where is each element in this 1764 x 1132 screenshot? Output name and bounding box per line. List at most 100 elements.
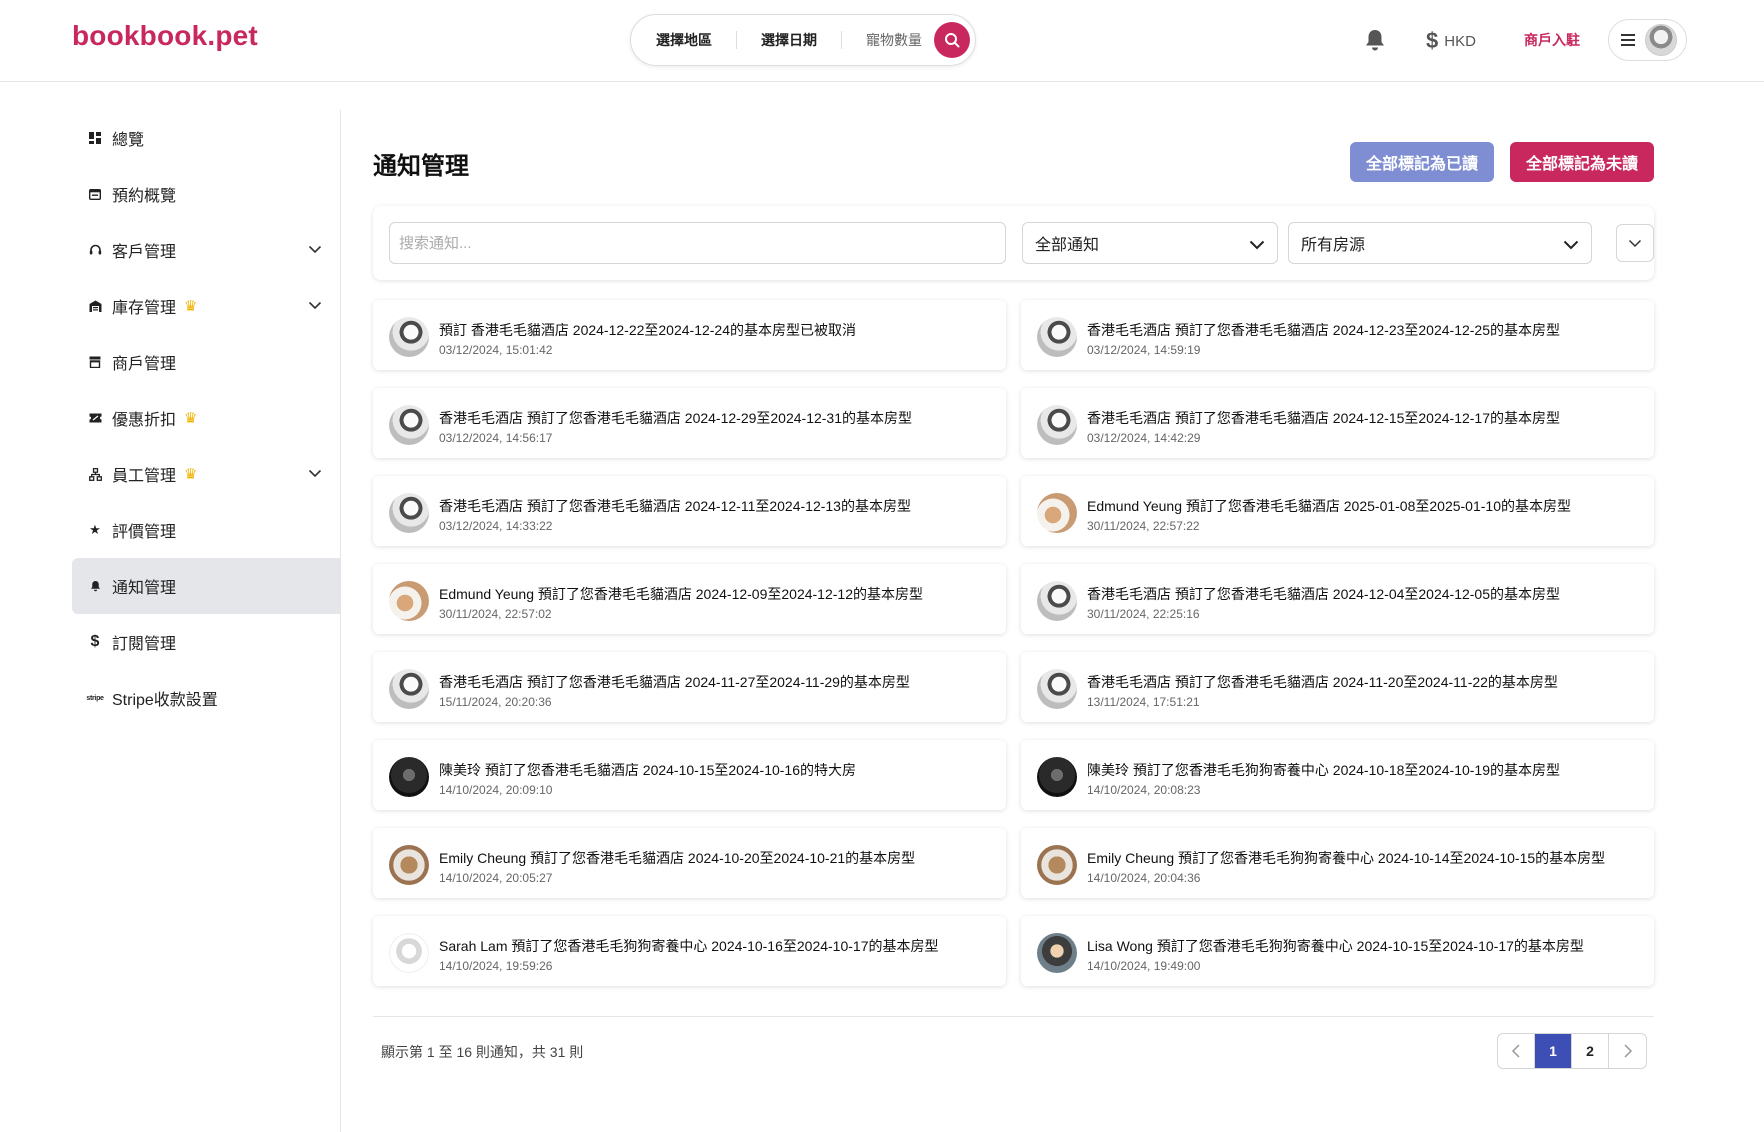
notification-title: 香港毛毛酒店 預訂了您香港毛毛貓酒店 2024-12-15至2024-12-17… (1087, 410, 1561, 426)
store-icon (88, 355, 102, 369)
notification-title: 陳美玲 預訂了您香港毛毛貓酒店 2024-10-15至2024-10-16的特大… (439, 762, 857, 778)
sender-avatar (1037, 581, 1077, 621)
sidebar-item-label: 總覽 (112, 132, 145, 149)
notification-search-input[interactable] (389, 222, 1006, 264)
ticket-icon (88, 411, 102, 425)
page-2-button[interactable]: 2 (1572, 1034, 1609, 1068)
chevron-down-icon (1249, 240, 1265, 250)
notification-timestamp: 14/10/2024, 19:59:26 (439, 959, 553, 973)
notification-timestamp: 03/12/2024, 14:42:29 (1087, 431, 1201, 445)
footer-divider (373, 1016, 1654, 1017)
sidebar-item-label: 商戶管理 (112, 356, 177, 373)
notification-card[interactable]: 香港毛毛酒店 預訂了您香港毛毛貓酒店 2024-12-15至2024-12-17… (1021, 388, 1654, 458)
pet-count-selector[interactable]: 寵物數量 (842, 31, 934, 49)
notification-type-select[interactable]: 全部通知 (1022, 222, 1278, 264)
chevron-down-icon[interactable] (308, 466, 322, 480)
notification-timestamp: 14/10/2024, 20:04:36 (1087, 871, 1201, 885)
notification-card[interactable]: 陳美玲 預訂了您香港毛毛貓酒店 2024-10-15至2024-10-16的特大… (373, 740, 1006, 810)
chevron-down-icon[interactable] (308, 242, 322, 256)
notification-timestamp: 30/11/2024, 22:25:16 (1087, 607, 1200, 621)
sidebar-divider (340, 110, 341, 1132)
sidebar-item-label: 訂閱管理 (112, 636, 177, 653)
region-selector[interactable]: 選擇地區 (631, 31, 737, 49)
crown-icon: ♛ (184, 298, 198, 315)
next-page-button[interactable] (1609, 1034, 1646, 1068)
notification-timestamp: 03/12/2024, 14:56:17 (439, 431, 553, 445)
notification-title: 香港毛毛酒店 預訂了您香港毛毛貓酒店 2024-12-29至2024-12-31… (439, 410, 913, 426)
mark-all-unread-button[interactable]: 全部標記為未讀 (1510, 142, 1654, 182)
pagination: 1 2 (1497, 1033, 1647, 1069)
notification-card[interactable]: 陳美玲 預訂了您香港毛毛狗狗寄養中心 2024-10-18至2024-10-19… (1021, 740, 1654, 810)
stripe-icon: stripe (86, 694, 104, 702)
sidebar-item-customers[interactable]: 客戶管理 (72, 222, 340, 278)
user-menu-button[interactable] (1608, 19, 1687, 61)
hamburger-icon (1621, 34, 1635, 46)
notification-timestamp: 14/10/2024, 20:08:23 (1087, 783, 1201, 797)
sender-avatar (389, 757, 429, 797)
notification-title: Edmund Yeung 預訂了您香港毛毛貓酒店 2025-01-08至2025… (1087, 498, 1571, 514)
sender-avatar (389, 845, 429, 885)
notification-card[interactable]: 香港毛毛酒店 預訂了您香港毛毛貓酒店 2024-12-23至2024-12-25… (1021, 300, 1654, 370)
notification-card[interactable]: Edmund Yeung 預訂了您香港毛毛貓酒店 2025-01-08至2025… (1021, 476, 1654, 546)
crown-icon: ♛ (184, 410, 198, 427)
sidebar-item-reviews[interactable]: ★ 評價管理 (72, 502, 340, 558)
sidebar-item-discounts[interactable]: 優惠折扣 ♛ (72, 390, 340, 446)
sidebar-item-inventory[interactable]: 庫存管理 ♛ (72, 278, 340, 334)
property-value: 所有房源 (1301, 237, 1366, 254)
sidebar-item-label: 預約概覽 (112, 188, 177, 205)
notification-card[interactable]: 香港毛毛酒店 預訂了您香港毛毛貓酒店 2024-12-04至2024-12-05… (1021, 564, 1654, 634)
sender-avatar (389, 933, 429, 973)
date-selector[interactable]: 選擇日期 (737, 31, 842, 49)
dashboard-icon (88, 131, 102, 145)
sidebar-item-label: 員工管理 (112, 468, 177, 485)
search-bar[interactable]: 選擇地區 選擇日期 寵物數量 (630, 14, 976, 66)
prev-page-button[interactable] (1498, 1034, 1535, 1068)
property-select[interactable]: 所有房源 (1288, 222, 1592, 264)
notification-card[interactable]: 香港毛毛酒店 預訂了您香港毛毛貓酒店 2024-11-27至2024-11-29… (373, 652, 1006, 722)
notification-card[interactable]: 預訂 香港毛毛貓酒店 2024-12-22至2024-12-24的基本房型已被取… (373, 300, 1006, 370)
notification-timestamp: 03/12/2024, 15:01:42 (439, 343, 553, 357)
notification-title: 香港毛毛酒店 預訂了您香港毛毛貓酒店 2024-11-27至2024-11-29… (439, 674, 910, 690)
expand-filters-button[interactable] (1616, 224, 1654, 262)
sidebar-item-merchant[interactable]: 商戶管理 (72, 334, 340, 390)
sidebar-item-label: 評價管理 (112, 524, 177, 541)
notification-title: 香港毛毛酒店 預訂了您香港毛毛貓酒店 2024-11-20至2024-11-22… (1087, 674, 1558, 690)
sender-avatar (1037, 405, 1077, 445)
notification-title: Emily Cheung 預訂了您香港毛毛狗狗寄養中心 2024-10-14至2… (1087, 850, 1606, 866)
merchant-signup-link[interactable]: 商戶入駐 (1524, 30, 1580, 50)
notification-card[interactable]: Emily Cheung 預訂了您香港毛毛狗狗寄養中心 2024-10-14至2… (1021, 828, 1654, 898)
notification-title: Edmund Yeung 預訂了您香港毛毛貓酒店 2024-12-09至2024… (439, 586, 923, 602)
sidebar-item-subscription[interactable]: $ 訂閱管理 (72, 614, 340, 670)
notification-card[interactable]: 香港毛毛酒店 預訂了您香港毛毛貓酒店 2024-11-20至2024-11-22… (1021, 652, 1654, 722)
notification-card[interactable]: Emily Cheung 預訂了您香港毛毛貓酒店 2024-10-20至2024… (373, 828, 1006, 898)
sidebar-item-label: 客戶管理 (112, 244, 177, 261)
sender-avatar (389, 669, 429, 709)
sender-avatar (1037, 669, 1077, 709)
page-1-button[interactable]: 1 (1535, 1034, 1572, 1068)
sidebar-item-stripe[interactable]: stripe Stripe收款設置 (72, 670, 340, 726)
notification-card[interactable]: 香港毛毛酒店 預訂了您香港毛毛貓酒店 2024-12-11至2024-12-13… (373, 476, 1006, 546)
sidebar-item-notifications[interactable]: 通知管理 (72, 558, 340, 614)
mark-all-read-button[interactable]: 全部標記為已讀 (1350, 142, 1494, 182)
notification-card[interactable]: Lisa Wong 預訂了您香港毛毛狗狗寄養中心 2024-10-15至2024… (1021, 916, 1654, 986)
currency-selector[interactable]: $ HKD (1426, 28, 1476, 54)
notification-card[interactable]: 香港毛毛酒店 預訂了您香港毛毛貓酒店 2024-12-29至2024-12-31… (373, 388, 1006, 458)
sidebar-item-bookings[interactable]: 預約概覽 (72, 166, 340, 222)
notification-title: Emily Cheung 預訂了您香港毛毛貓酒店 2024-10-20至2024… (439, 850, 916, 866)
bell-icon (88, 579, 102, 593)
search-button[interactable] (934, 22, 970, 58)
sidebar-item-staff[interactable]: 員工管理 ♛ (72, 446, 340, 502)
sidebar-item-overview[interactable]: 總覽 (72, 110, 340, 166)
notification-timestamp: 14/10/2024, 20:05:27 (439, 871, 553, 885)
chevron-down-icon (1563, 240, 1579, 250)
notification-title: 香港毛毛酒店 預訂了您香港毛毛貓酒店 2024-12-23至2024-12-25… (1087, 322, 1561, 338)
notification-card[interactable]: Edmund Yeung 預訂了您香港毛毛貓酒店 2024-12-09至2024… (373, 564, 1006, 634)
notification-list: 預訂 香港毛毛貓酒店 2024-12-22至2024-12-24的基本房型已被取… (373, 300, 1654, 986)
chevron-down-icon[interactable] (308, 298, 322, 312)
notification-card[interactable]: Sarah Lam 預訂了您香港毛毛狗狗寄養中心 2024-10-16至2024… (373, 916, 1006, 986)
sidebar-nav: 總覽 預約概覽 客戶管理 庫存管理 ♛ 商戶管理 優惠折扣 ♛ 員工管理 ♛ ★… (72, 110, 340, 726)
brand-logo[interactable]: bookbook.pet (72, 20, 258, 52)
notification-timestamp: 13/11/2024, 17:51:21 (1087, 695, 1200, 709)
notification-title: 陳美玲 預訂了您香港毛毛狗狗寄養中心 2024-10-18至2024-10-19… (1087, 762, 1561, 778)
notification-bell-icon[interactable] (1364, 28, 1386, 52)
